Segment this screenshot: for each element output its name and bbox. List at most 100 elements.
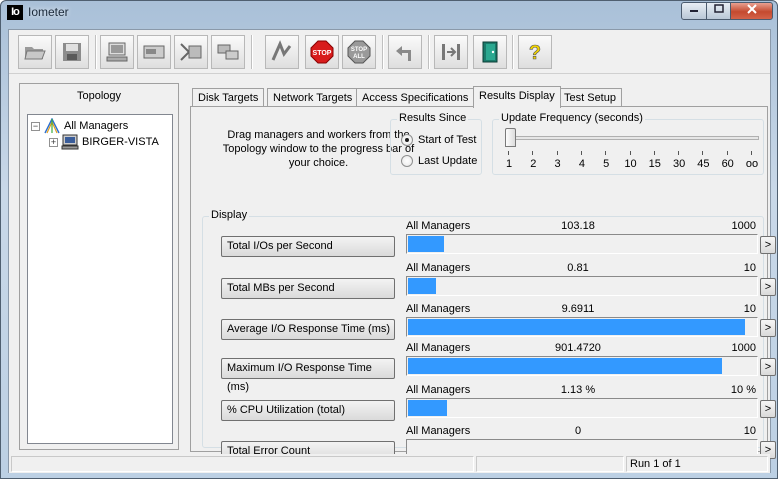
tab-results-display[interactable]: Results Display	[473, 86, 561, 108]
toolbar-separator	[95, 35, 97, 69]
expand-expander[interactable]: +	[49, 137, 58, 147]
stop-button[interactable]: STOP	[305, 35, 339, 69]
metric-chevron-button[interactable]: >	[760, 278, 776, 296]
radio-selected-icon	[401, 134, 413, 146]
metric-max: 10	[743, 425, 756, 437]
metric-progress-fill	[408, 236, 444, 252]
start-tests-button[interactable]	[265, 35, 299, 69]
metric-chevron-button[interactable]: >	[760, 236, 776, 254]
iometer-app-icon[interactable]: Io	[7, 5, 23, 20]
computer-icon	[61, 134, 79, 150]
all-managers-icon	[44, 118, 60, 134]
toolbar-separator	[512, 35, 514, 69]
radio-label: Last Update	[418, 155, 478, 167]
metric-select-button[interactable]: Total I/Os per Second	[221, 236, 395, 257]
new-disk-worker-icon	[106, 42, 128, 62]
radio-start-of-test[interactable]: Start of Test	[401, 134, 477, 146]
tree-item-birger-vista[interactable]: + BIRGER-VISTA	[49, 134, 159, 150]
save-button[interactable]	[55, 35, 89, 69]
minimize-icon	[690, 10, 698, 12]
tab-network-targets[interactable]: Network Targets	[267, 88, 359, 107]
tab-disk-targets[interactable]: Disk Targets	[192, 88, 265, 107]
toolbar-separator	[251, 35, 253, 69]
chevron-right-icon: >	[764, 281, 772, 293]
frequency-tick	[605, 151, 607, 155]
new-disk-worker-button[interactable]	[100, 35, 134, 69]
stop-all-button[interactable]: STOP ALL	[342, 35, 376, 69]
stop-icon: STOP	[310, 40, 334, 64]
metric-max: 1000	[731, 342, 756, 354]
duplicate-worker-button[interactable]	[174, 35, 208, 69]
frequency-tick-label: 3	[554, 158, 561, 170]
radio-last-update[interactable]: Last Update	[401, 155, 477, 167]
start-tests-icon	[271, 40, 292, 61]
metric-progress-bar[interactable]	[406, 234, 758, 254]
exit-button[interactable]	[434, 35, 468, 69]
frequency-tick-label: 2	[530, 158, 537, 170]
minimize-button[interactable]	[681, 2, 707, 20]
metric-progress-fill	[408, 319, 745, 335]
metric-select-button[interactable]: Maximum I/O Response Time (ms)	[221, 358, 395, 393]
metric-progress-fill	[408, 278, 436, 294]
disconnect-button[interactable]	[211, 35, 245, 69]
status-bar: Run 1 of 1	[9, 454, 770, 473]
metric-manager-label: All Managers	[406, 425, 471, 437]
metric-chevron-button[interactable]: >	[760, 400, 776, 418]
metric-progress-fill	[408, 358, 722, 374]
metric-value: 901.4720	[555, 342, 601, 354]
reset-workers-button[interactable]	[388, 35, 422, 69]
metric-progress-bar[interactable]	[406, 276, 758, 296]
frequency-tick	[678, 151, 680, 155]
metric-max: 10 %	[730, 384, 756, 396]
client-area: STOP STOP ALL ? Topology − All Managers …	[8, 29, 776, 473]
metric-max: 10	[743, 303, 756, 315]
tab-test-setup[interactable]: Test Setup	[558, 88, 622, 107]
tree-item-label: All Managers	[64, 120, 129, 132]
iometer-window: Io Iometer STOP STOP ALL ? Topology − Al…	[0, 0, 778, 479]
metric-select-button[interactable]: Total MBs per Second	[221, 278, 395, 299]
metric-chevron-button[interactable]: >	[760, 358, 776, 376]
metric-manager-label: All Managers	[406, 220, 471, 232]
close-button[interactable]	[730, 2, 773, 20]
collapse-expander[interactable]: −	[31, 121, 40, 131]
update-frequency-track[interactable]	[511, 136, 759, 140]
metric-value: 0.81	[567, 262, 589, 274]
chevron-right-icon: >	[764, 403, 772, 415]
frequency-tick	[508, 151, 509, 155]
toolbar-separator	[382, 35, 384, 69]
metric-progress-fill	[408, 400, 447, 416]
title-bar[interactable]: Io Iometer	[1, 1, 777, 23]
chevron-right-icon: >	[764, 239, 772, 251]
exit-door-button[interactable]	[473, 35, 507, 69]
new-network-worker-button[interactable]	[137, 35, 171, 69]
maximize-button[interactable]	[706, 2, 731, 20]
frequency-tick-label: 5	[603, 158, 610, 170]
metric-progress-bar[interactable]	[406, 317, 758, 337]
frequency-tick	[556, 151, 558, 155]
metric-max: 1000	[731, 220, 756, 232]
update-frequency-legend: Update Frequency (seconds)	[499, 112, 645, 124]
topology-tree[interactable]: − All Managers + BIRGER-VISTA	[27, 114, 173, 444]
reset-workers-icon	[396, 46, 411, 61]
status-pane-blank	[476, 456, 624, 472]
frequency-tick-label: 30	[672, 158, 686, 170]
metric-manager-label: All Managers	[406, 384, 471, 396]
metric-select-button[interactable]: Average I/O Response Time (ms)	[221, 319, 395, 340]
metric-manager-label: All Managers	[406, 342, 471, 354]
maximize-icon	[713, 4, 724, 13]
tree-item-all-managers[interactable]: − All Managers	[31, 118, 128, 134]
frequency-tick-label: oo	[745, 158, 759, 170]
window-title: Iometer	[28, 5, 69, 19]
metric-progress-bar[interactable]	[406, 398, 758, 418]
frequency-tick	[532, 151, 534, 155]
open-button[interactable]	[18, 35, 52, 69]
tab-access-specifications[interactable]: Access Specifications	[356, 88, 475, 107]
help-button[interactable]: ?	[518, 35, 552, 69]
metric-chevron-button[interactable]: >	[760, 319, 776, 337]
metric-progress-bar[interactable]	[406, 356, 758, 376]
update-frequency-thumb[interactable]	[505, 128, 516, 147]
stop-all-icon: STOPALL	[347, 40, 371, 64]
metric-select-button[interactable]: % CPU Utilization (total)	[221, 400, 395, 421]
frequency-tick-label: 60	[721, 158, 734, 170]
frequency-tick	[653, 151, 655, 155]
